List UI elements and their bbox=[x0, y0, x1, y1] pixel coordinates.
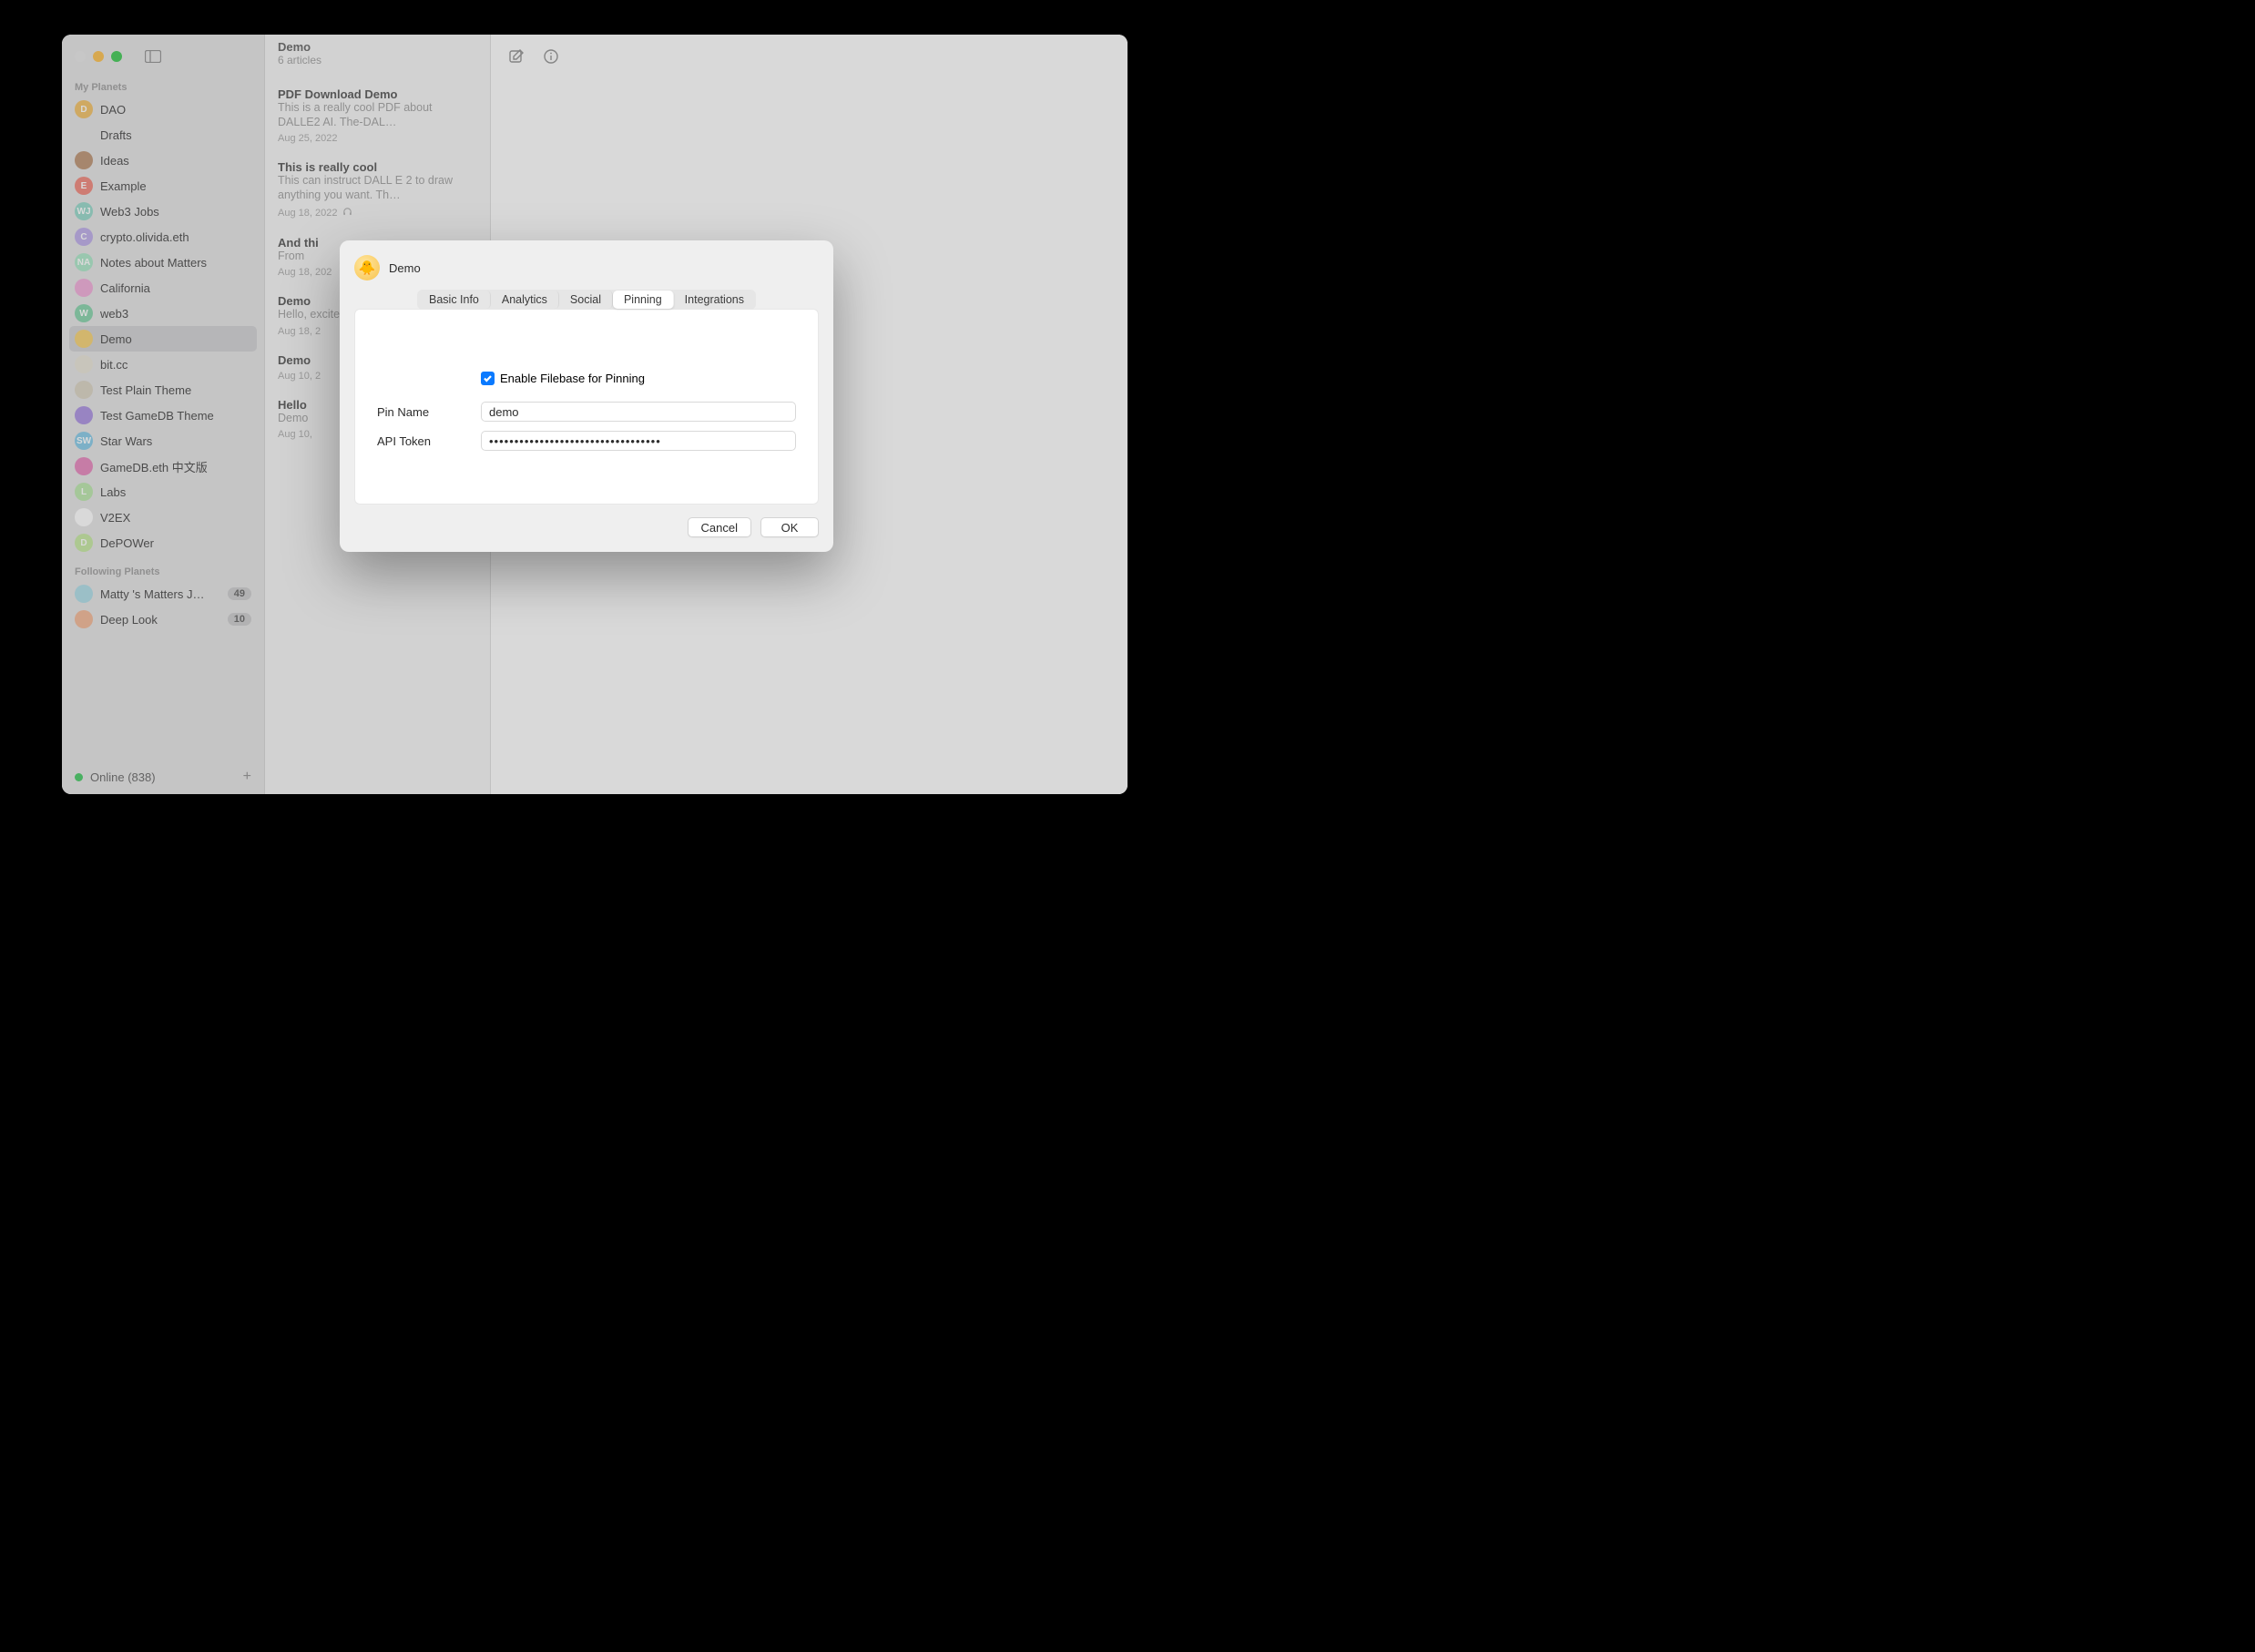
enable-filebase-label: Enable Filebase for Pinning bbox=[500, 372, 645, 385]
enable-filebase-row: Enable Filebase for Pinning bbox=[481, 372, 796, 385]
cancel-button[interactable]: Cancel bbox=[688, 517, 751, 537]
modal-tabs: Basic InfoAnalyticsSocialPinningIntegrat… bbox=[354, 290, 819, 310]
api-token-row: API Token bbox=[377, 431, 796, 451]
pin-name-input[interactable] bbox=[481, 402, 796, 422]
modal-header: 🐥 Demo bbox=[354, 255, 819, 280]
tab-analytics[interactable]: Analytics bbox=[491, 291, 559, 309]
tab-social[interactable]: Social bbox=[559, 291, 613, 309]
modal-title: Demo bbox=[389, 261, 421, 275]
tab-pinning[interactable]: Pinning bbox=[613, 291, 674, 309]
modal-footer: Cancel OK bbox=[354, 517, 819, 537]
ok-button[interactable]: OK bbox=[760, 517, 819, 537]
tab-integrations[interactable]: Integrations bbox=[674, 291, 755, 309]
planet-settings-modal: 🐥 Demo Basic InfoAnalyticsSocialPinningI… bbox=[340, 240, 833, 552]
tab-basic-info[interactable]: Basic Info bbox=[418, 291, 491, 309]
api-token-label: API Token bbox=[377, 434, 481, 448]
api-token-input[interactable] bbox=[481, 431, 796, 451]
pinning-panel: Enable Filebase for Pinning Pin Name API… bbox=[354, 309, 819, 505]
modal-avatar-icon: 🐥 bbox=[354, 255, 380, 280]
pin-name-label: Pin Name bbox=[377, 405, 481, 419]
enable-filebase-checkbox[interactable] bbox=[481, 372, 495, 385]
pin-name-row: Pin Name bbox=[377, 402, 796, 422]
